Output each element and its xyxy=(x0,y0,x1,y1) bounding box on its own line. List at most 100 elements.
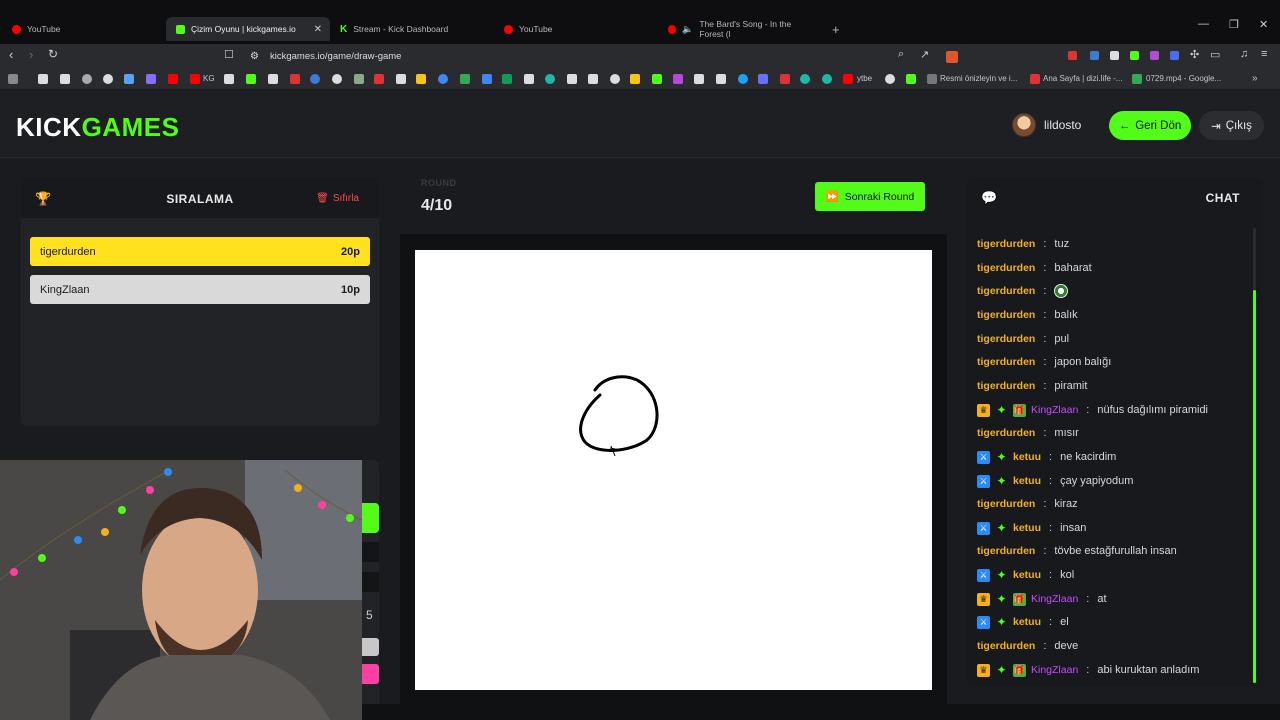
user-profile[interactable]: lildosto xyxy=(1012,111,1081,139)
drive-icon[interactable] xyxy=(1132,74,1142,84)
chat-username[interactable]: tigerdurden xyxy=(977,333,1035,345)
extension-icon[interactable] xyxy=(1068,51,1077,60)
next-round-button[interactable]: ⏩ Sonraki Round xyxy=(815,182,925,211)
bookmark-icon[interactable] xyxy=(758,74,768,84)
chat-username[interactable]: tigerdurden xyxy=(977,640,1035,652)
tool-button[interactable] xyxy=(362,503,379,533)
chat-username[interactable]: tigerdurden xyxy=(977,309,1035,321)
share-icon[interactable]: ↗ xyxy=(920,48,929,61)
close-tab-icon[interactable]: ✕ xyxy=(314,24,322,35)
bookmark-icon[interactable] xyxy=(146,74,156,84)
sidebar-icon[interactable]: ▭ xyxy=(1210,48,1220,61)
bookmark-icon[interactable] xyxy=(1030,74,1040,84)
bookmark-icon[interactable] xyxy=(610,74,620,84)
bookmark-icon[interactable] xyxy=(354,74,364,84)
apps-icon[interactable] xyxy=(8,74,18,84)
google-icon[interactable] xyxy=(438,74,448,84)
extension-icon[interactable] xyxy=(1110,51,1119,60)
kick-icon[interactable] xyxy=(246,74,256,84)
bookmark-icon[interactable] xyxy=(524,74,534,84)
chat-username[interactable]: tigerdurden xyxy=(977,356,1035,368)
bookmark-icon[interactable] xyxy=(800,74,810,84)
bookmark-icon[interactable] xyxy=(482,74,492,84)
bookmark-icon[interactable] xyxy=(396,74,406,84)
extension-icon[interactable] xyxy=(1130,51,1139,60)
bookmark-icon[interactable] xyxy=(694,74,704,84)
bookmark-icon[interactable] xyxy=(885,74,895,84)
drawing-canvas[interactable] xyxy=(415,250,932,690)
kickgames-logo[interactable]: KICKGAMES xyxy=(16,112,179,143)
reload-icon[interactable]: ↻ xyxy=(48,47,58,61)
maps-icon[interactable] xyxy=(460,74,470,84)
bookmark-icon[interactable] xyxy=(673,74,683,84)
back-button[interactable]: ← Geri Dön xyxy=(1109,111,1191,140)
maximize-icon[interactable]: ❐ xyxy=(1229,18,1239,31)
bookmark-icon[interactable] xyxy=(310,74,320,84)
bookmark-icon[interactable] xyxy=(738,74,748,84)
bookmark-icon[interactable] xyxy=(60,74,70,84)
bookmark-icon[interactable] xyxy=(545,74,555,84)
bookmark-icon[interactable] xyxy=(716,74,726,84)
menu-icon[interactable]: ≡ xyxy=(1261,48,1267,60)
chat-username[interactable]: ketuu xyxy=(1013,475,1041,487)
youtube-icon[interactable] xyxy=(168,74,178,84)
bookmark-icon[interactable] xyxy=(290,74,300,84)
chat-username[interactable]: tigerdurden xyxy=(977,285,1035,297)
x-icon[interactable] xyxy=(268,74,278,84)
chat-username[interactable]: KingZlaan xyxy=(1031,404,1078,416)
bookmark-icon[interactable] xyxy=(332,74,342,84)
puzzle-icon[interactable]: ✣ xyxy=(1190,48,1199,61)
bookmark-icon[interactable] xyxy=(374,74,384,84)
bookmark-icon[interactable]: ☐ xyxy=(224,48,234,61)
kick-icon[interactable] xyxy=(906,74,916,84)
browser-tab-youtube-2[interactable]: YouTube xyxy=(494,17,658,41)
logout-button[interactable]: ⇥ Çıkış xyxy=(1199,111,1264,140)
chat-username[interactable]: KingZlaan xyxy=(1031,593,1078,605)
new-tab-button[interactable]: + xyxy=(822,17,846,41)
bookmark-icon[interactable] xyxy=(780,74,790,84)
chat-username[interactable]: tigerdurden xyxy=(977,262,1035,274)
zoom-icon[interactable]: ⌕ xyxy=(898,48,904,61)
chat-username[interactable]: tigerdurden xyxy=(977,427,1035,439)
forward-arrow-icon[interactable]: › xyxy=(29,47,33,62)
chat-username[interactable]: tigerdurden xyxy=(977,545,1035,557)
browser-tab-bards-song[interactable]: 🔈 The Bard's Song - In the Forest (l xyxy=(658,17,822,41)
back-arrow-icon[interactable]: ‹ xyxy=(9,47,13,62)
chat-username[interactable]: ketuu xyxy=(1013,451,1041,463)
bookmark-icon[interactable] xyxy=(927,74,937,84)
chat-username[interactable]: ketuu xyxy=(1013,522,1041,534)
browser-tab-youtube-1[interactable]: YouTube xyxy=(2,17,166,41)
color-swatch[interactable] xyxy=(362,638,379,656)
bookmark-icon[interactable] xyxy=(630,74,640,84)
browser-tab-kickgames[interactable]: Çizim Oyunu | kickgames.io ✕ xyxy=(166,17,330,41)
url-field[interactable]: ⚙ kickgames.io/game/draw-game xyxy=(240,47,970,66)
bookmark-icon[interactable] xyxy=(416,74,426,84)
chat-username[interactable]: KingZlaan xyxy=(1031,664,1078,676)
bookmark-icon[interactable] xyxy=(103,74,113,84)
tool-button[interactable] xyxy=(362,542,379,562)
chat-scrollbar-thumb[interactable] xyxy=(1253,290,1256,683)
bookmark-icon[interactable] xyxy=(588,74,598,84)
drive-icon[interactable] xyxy=(502,74,512,84)
browser-tab-kick-dashboard[interactable]: K Stream - Kick Dashboard xyxy=(330,17,494,41)
youtube-icon[interactable] xyxy=(843,74,853,84)
chat-username[interactable]: tigerdurden xyxy=(977,498,1035,510)
more-bookmarks-icon[interactable]: » xyxy=(1252,73,1258,84)
brave-shield-icon[interactable] xyxy=(946,51,958,63)
extension-icon[interactable] xyxy=(1170,51,1179,60)
extension-icon[interactable] xyxy=(1150,51,1159,60)
bookmark-icon[interactable] xyxy=(82,74,92,84)
bookmark-icon[interactable] xyxy=(38,74,48,84)
close-window-icon[interactable]: ✕ xyxy=(1259,18,1268,31)
chat-username[interactable]: tigerdurden xyxy=(977,238,1035,250)
minimize-icon[interactable]: — xyxy=(1198,18,1209,30)
chat-username[interactable]: ketuu xyxy=(1013,616,1041,628)
bookmark-icon[interactable] xyxy=(567,74,577,84)
color-swatch[interactable] xyxy=(362,664,379,684)
chat-username[interactable]: tigerdurden xyxy=(977,380,1035,392)
bookmark-icon[interactable] xyxy=(652,74,662,84)
music-icon[interactable]: ♫ xyxy=(1240,48,1248,60)
youtube-icon[interactable] xyxy=(190,74,200,84)
chat-username[interactable]: ketuu xyxy=(1013,569,1041,581)
tool-button[interactable] xyxy=(362,572,379,592)
